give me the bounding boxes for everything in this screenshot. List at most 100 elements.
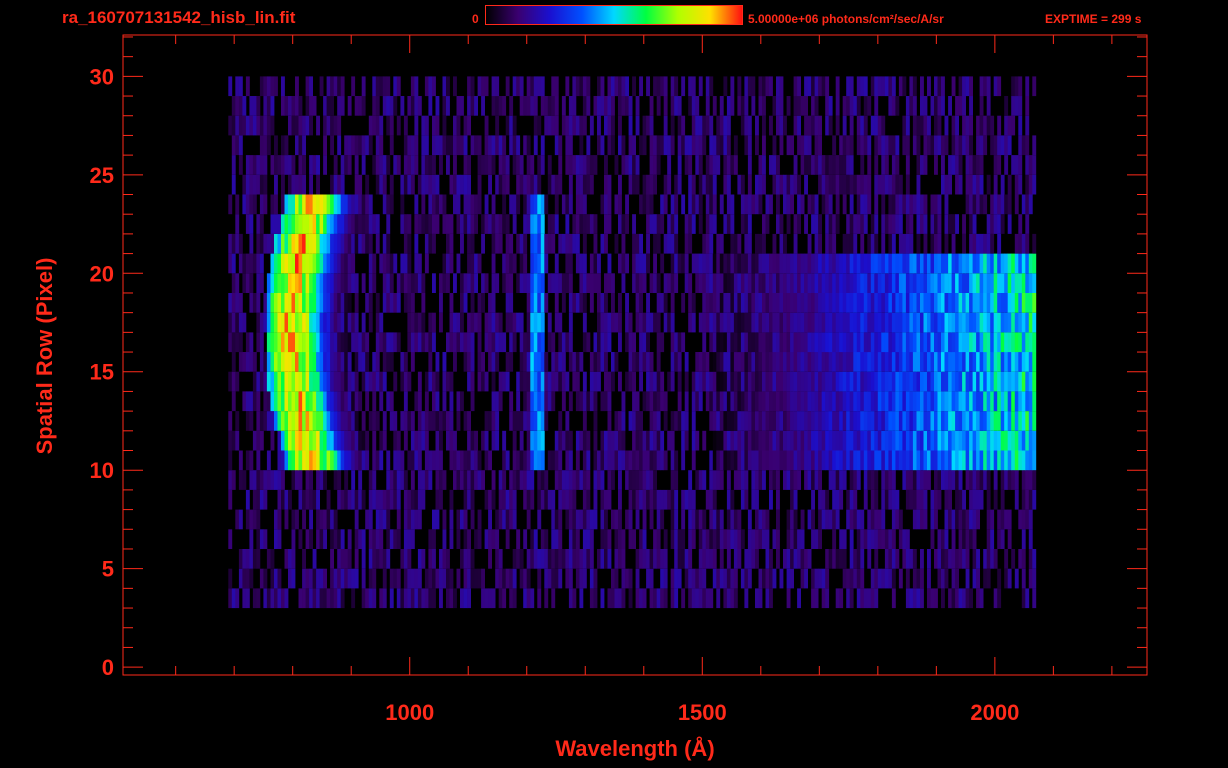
heatmap-cell	[358, 194, 363, 215]
heatmap-cell	[238, 352, 243, 372]
heatmap-cell	[309, 233, 313, 254]
heatmap-cell	[410, 174, 415, 195]
heatmap-cell	[344, 391, 349, 412]
heatmap-cell	[786, 450, 791, 471]
heatmap-cell	[867, 332, 872, 353]
heatmap-cell	[277, 273, 282, 293]
heatmap-cell	[256, 155, 261, 175]
heatmap-cell	[611, 293, 615, 313]
heatmap-cell	[670, 352, 675, 372]
heatmap-cell	[442, 214, 447, 234]
heatmap-cell	[432, 174, 436, 195]
heatmap-cell	[821, 155, 826, 175]
heatmap-cell	[575, 76, 580, 97]
heatmap-cell	[941, 568, 945, 589]
heatmap-cell	[463, 352, 468, 372]
heatmap-cell	[902, 411, 907, 431]
heatmap-cell	[600, 509, 605, 530]
heatmap-cell	[948, 450, 952, 471]
heatmap-cell	[923, 371, 928, 392]
heatmap-cell	[783, 293, 787, 313]
heatmap-cell	[614, 352, 619, 372]
heatmap-cell	[1004, 135, 1009, 156]
heatmap-cell	[723, 312, 728, 333]
heatmap-cell	[270, 371, 275, 392]
heatmap-cell	[604, 233, 608, 254]
heatmap-cell	[716, 391, 721, 412]
heatmap-cell	[709, 293, 714, 313]
heatmap-cell	[575, 549, 580, 569]
heatmap-cell	[1014, 233, 1019, 254]
heatmap-cell	[1032, 470, 1037, 490]
heatmap-cell	[790, 450, 794, 471]
heatmap-cell	[979, 293, 984, 313]
heatmap-cell	[793, 214, 798, 234]
heatmap-cell	[965, 509, 970, 530]
heatmap-cell	[867, 470, 872, 490]
heatmap-cell	[965, 76, 970, 97]
heatmap-cell	[670, 489, 675, 510]
heatmap-cell	[969, 233, 973, 254]
heatmap-cell	[470, 568, 475, 589]
heatmap-cell	[449, 509, 454, 530]
heatmap-cell	[393, 489, 398, 510]
heatmap-cell	[439, 293, 443, 313]
heatmap-cell	[537, 155, 542, 175]
heatmap-cell	[751, 549, 756, 569]
heatmap-cell	[898, 293, 903, 313]
heatmap-cell	[586, 529, 591, 549]
heatmap-cell	[951, 273, 956, 293]
heatmap-cell	[653, 430, 657, 451]
heatmap-cell	[923, 135, 928, 156]
heatmap-cell	[884, 332, 889, 353]
heatmap-cell	[888, 293, 893, 313]
heatmap-cell	[656, 411, 661, 431]
heatmap-cell	[526, 155, 531, 175]
heatmap-cell	[635, 489, 640, 510]
heatmap-cell	[1000, 411, 1005, 431]
heatmap-cell	[853, 509, 858, 530]
heatmap-cell	[874, 568, 879, 589]
heatmap-cell	[312, 352, 317, 372]
heatmap-cell	[670, 115, 675, 136]
heatmap-cell	[382, 273, 387, 293]
heatmap-cell	[572, 489, 577, 510]
heatmap-cell	[266, 332, 271, 353]
heatmap-cell	[934, 371, 938, 392]
heatmap-cell	[776, 293, 780, 313]
heatmap-cell	[726, 214, 731, 234]
heatmap-cell	[870, 214, 875, 234]
heatmap-cell	[958, 489, 963, 510]
heatmap-cell	[677, 549, 682, 569]
heatmap-cell	[533, 430, 538, 451]
heatmap-cell	[235, 115, 240, 136]
heatmap-cell	[691, 76, 696, 97]
heatmap-cell	[983, 253, 988, 274]
heatmap-cell	[695, 470, 700, 490]
heatmap-cell	[593, 371, 598, 392]
heatmap-cell	[242, 194, 247, 215]
heatmap-cell	[340, 293, 345, 313]
heatmap-cell	[245, 253, 250, 274]
heatmap-cell	[368, 312, 373, 333]
heatmap-cell	[646, 332, 650, 353]
heatmap-cell	[965, 293, 970, 313]
heatmap-cell	[467, 76, 471, 97]
heatmap-cell	[905, 253, 910, 274]
heatmap-cell	[337, 332, 342, 353]
heatmap-cell	[1007, 391, 1012, 412]
heatmap-cell	[818, 352, 822, 372]
heatmap-cell	[1011, 273, 1016, 293]
heatmap-cell	[870, 312, 875, 333]
heatmap-cell	[758, 568, 763, 589]
heatmap-cell	[993, 489, 998, 510]
heatmap-cell	[295, 352, 299, 372]
heatmap-cell	[337, 411, 342, 431]
heatmap-cell	[723, 568, 728, 589]
heatmap-cell	[607, 76, 612, 97]
heatmap-cell	[417, 430, 422, 451]
heatmap-cell	[337, 371, 342, 392]
heatmap-cell	[432, 233, 436, 254]
heatmap-cell	[582, 76, 587, 97]
heatmap-cell	[898, 76, 903, 97]
